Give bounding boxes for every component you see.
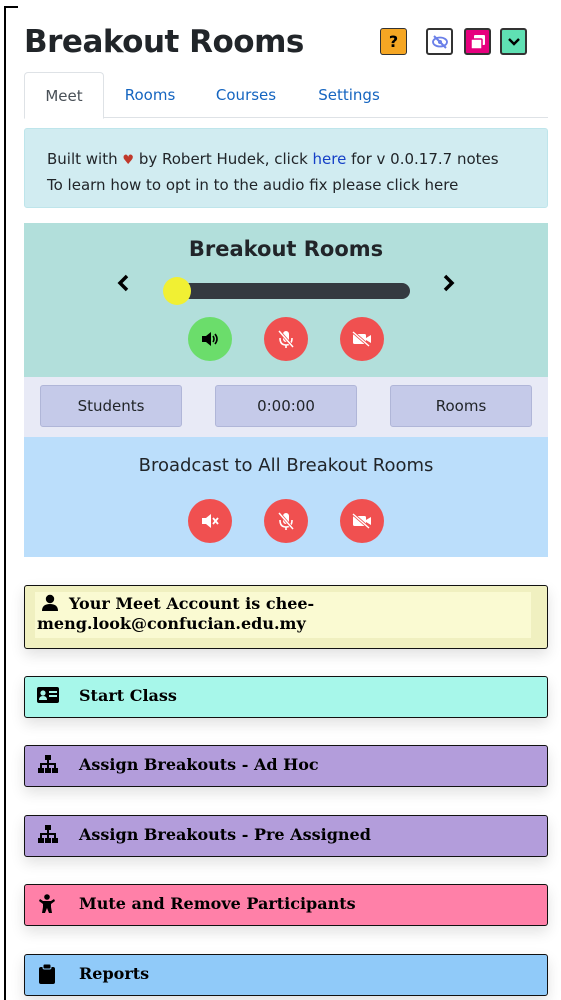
- tab-courses[interactable]: Courses: [204, 72, 288, 118]
- mute-remove-card[interactable]: Mute and Remove Participants: [24, 884, 548, 926]
- popout-button[interactable]: [464, 28, 491, 55]
- id-card-icon: [37, 687, 59, 703]
- eye-slash-icon: [431, 34, 448, 49]
- assign-pre-assigned-label: Assign Breakouts - Pre Assigned: [79, 825, 371, 844]
- info-alert: Built with ♥ by Robert Hudek, click here…: [24, 128, 548, 208]
- camera-off-icon: [352, 331, 371, 347]
- start-class-label: Start Class: [79, 686, 177, 705]
- info-text: for v 0.0.17.7 notes: [351, 150, 499, 168]
- chevron-left-icon: [117, 274, 129, 292]
- sitemap-icon: [38, 825, 58, 843]
- info-line-1: Built with ♥ by Robert Hudek, click here…: [47, 147, 547, 173]
- speaker-button[interactable]: [188, 317, 232, 361]
- room-slider-track[interactable]: [166, 283, 410, 299]
- collapse-button[interactable]: [500, 28, 527, 55]
- chevron-down-icon: [507, 37, 520, 46]
- breakout-panel-title: Breakout Rooms: [188, 237, 384, 261]
- reports-label: Reports: [79, 964, 150, 983]
- account-card[interactable]: Your Meet Account is chee-meng.look@conf…: [24, 585, 548, 649]
- broadcast-mic-button[interactable]: [264, 499, 308, 543]
- assign-ad-hoc-card[interactable]: Assign Breakouts - Ad Hoc: [24, 745, 548, 787]
- timer-button[interactable]: 0:00:00: [215, 385, 357, 427]
- next-room-button[interactable]: [442, 273, 456, 299]
- chevron-right-icon: [443, 274, 455, 292]
- tab-settings[interactable]: Settings: [304, 72, 394, 118]
- mic-mute-button[interactable]: [264, 317, 308, 361]
- child-icon: [39, 894, 55, 913]
- window-restore-icon: [469, 34, 485, 50]
- help-button[interactable]: ?: [380, 28, 407, 55]
- info-text: by Robert Hudek, click: [138, 150, 308, 168]
- assign-ad-hoc-label: Assign Breakouts - Ad Hoc: [79, 755, 319, 774]
- camera-off-icon: [352, 513, 371, 529]
- broadcast-panel: Broadcast to All Breakout Rooms: [24, 437, 548, 557]
- clipboard-icon: [39, 964, 55, 984]
- broadcast-camera-button[interactable]: [340, 499, 384, 543]
- window-frame-left: [4, 6, 6, 1000]
- rooms-button[interactable]: Rooms: [390, 385, 532, 427]
- control-bar: Students 0:00:00 Rooms: [24, 377, 548, 437]
- mic-off-icon: [277, 512, 295, 530]
- tab-meet[interactable]: Meet: [24, 72, 104, 119]
- speaker-mute-icon: [202, 514, 219, 528]
- hide-video-button[interactable]: [426, 28, 453, 55]
- tab-bar: Meet Rooms Courses Settings: [24, 72, 548, 119]
- reports-card[interactable]: Reports: [24, 954, 548, 996]
- prev-room-button[interactable]: [116, 273, 130, 299]
- speaker-on-icon: [202, 332, 218, 346]
- tab-rooms[interactable]: Rooms: [110, 72, 190, 118]
- audio-fix-link[interactable]: To learn how to opt in to the audio fix …: [47, 173, 547, 197]
- broadcast-speaker-button[interactable]: [188, 499, 232, 543]
- window-frame-top: [4, 6, 18, 8]
- assign-pre-assigned-card[interactable]: Assign Breakouts - Pre Assigned: [24, 815, 548, 857]
- release-notes-link[interactable]: here: [313, 150, 347, 168]
- mic-off-icon: [277, 330, 295, 348]
- breakout-panel: Breakout Rooms: [24, 223, 548, 377]
- students-button[interactable]: Students: [40, 385, 182, 427]
- heart-icon: ♥: [122, 153, 135, 168]
- header: Breakout Rooms ?: [24, 20, 554, 70]
- broadcast-title: Broadcast to All Breakout Rooms: [138, 455, 434, 476]
- info-text: Built with: [47, 150, 118, 168]
- account-card-label: Your Meet Account is chee-meng.look@conf…: [37, 594, 315, 633]
- start-class-card[interactable]: Start Class: [24, 676, 548, 718]
- camera-mute-button[interactable]: [340, 317, 384, 361]
- mute-remove-label: Mute and Remove Participants: [79, 894, 356, 913]
- help-icon: ?: [388, 32, 399, 51]
- sitemap-icon: [38, 755, 58, 773]
- room-slider-thumb[interactable]: [163, 277, 191, 305]
- page-title: Breakout Rooms: [24, 24, 304, 60]
